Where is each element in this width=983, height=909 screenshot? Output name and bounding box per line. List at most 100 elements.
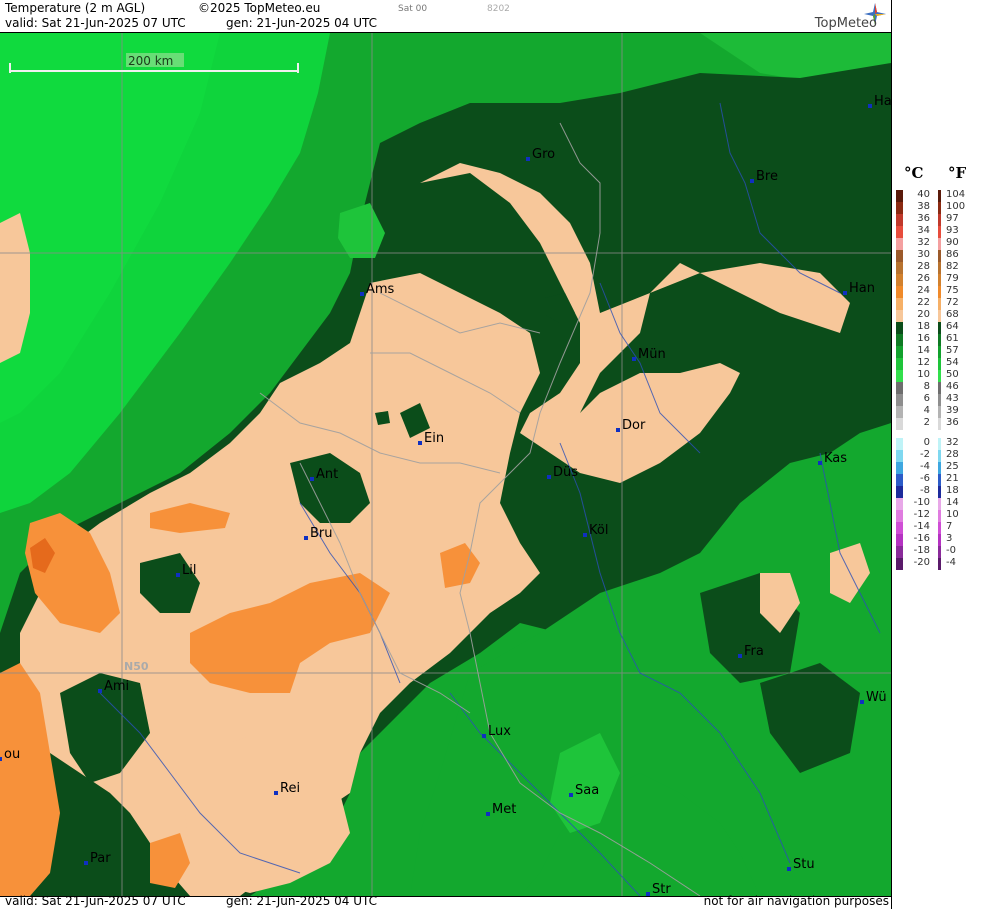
legend-swatch-celsius xyxy=(896,498,903,510)
legend-label-celsius: 4 xyxy=(923,405,930,416)
city-label: Ams xyxy=(366,282,395,297)
legend-label-fahrenheit: 57 xyxy=(946,345,959,356)
legend-swatch-celsius xyxy=(896,382,903,394)
legend-label-fahrenheit: 7 xyxy=(946,521,953,532)
city-marker xyxy=(632,357,636,361)
city-label: Wü xyxy=(866,690,887,705)
legend-swatch-fahrenheit xyxy=(938,286,941,298)
legend-label-fahrenheit: 25 xyxy=(946,461,959,472)
legend-label-fahrenheit: 100 xyxy=(946,201,966,212)
fahrenheit-unit: °F xyxy=(948,164,967,182)
legend-swatch-celsius xyxy=(896,286,903,298)
legend-label-celsius: 26 xyxy=(917,273,930,284)
legend-label-celsius: 10 xyxy=(917,369,930,380)
city-label: Lil xyxy=(182,563,196,578)
legend-swatch-fahrenheit xyxy=(938,226,941,238)
legend-swatch-celsius xyxy=(896,202,903,214)
legend-swatch-celsius xyxy=(896,394,903,406)
map-header: Temperature (2 m AGL) ©2025 TopMeteo.eu … xyxy=(0,0,891,32)
legend-swatch-celsius xyxy=(896,214,903,226)
legend-label-fahrenheit: 28 xyxy=(946,449,959,460)
city-label: Bre xyxy=(756,169,778,184)
legend-label-fahrenheit: 93 xyxy=(946,225,959,236)
legend-label-fahrenheit: 32 xyxy=(946,437,959,448)
legend-swatch-celsius xyxy=(896,546,903,558)
legend-label-celsius: -16 xyxy=(913,533,930,544)
city-marker xyxy=(868,104,872,108)
legend-swatch-fahrenheit xyxy=(938,462,941,474)
legend-label-fahrenheit: 61 xyxy=(946,333,959,344)
city-marker xyxy=(750,179,754,183)
legend-swatch-celsius xyxy=(896,346,903,358)
copyright: ©2025 TopMeteo.eu xyxy=(198,1,321,15)
legend-label-celsius: 0 xyxy=(923,437,930,448)
legend-label-celsius: -12 xyxy=(913,509,930,520)
legend-label-fahrenheit: 86 xyxy=(946,249,959,260)
legend-swatch-celsius xyxy=(896,238,903,250)
legend-label-celsius: -10 xyxy=(913,497,930,508)
legend-swatch-celsius xyxy=(896,474,903,486)
city-label: Dor xyxy=(622,418,646,433)
footer-generated-time: gen: 21-Jun-2025 04 UTC xyxy=(226,894,378,908)
legend-label-celsius: 30 xyxy=(917,249,930,260)
legend-swatch-celsius xyxy=(896,250,903,262)
legend-swatch-celsius xyxy=(896,322,903,334)
city-marker xyxy=(486,812,490,816)
legend-label-celsius: 34 xyxy=(917,225,930,236)
legend-swatch-fahrenheit xyxy=(938,418,941,430)
city-label: Rei xyxy=(280,781,300,796)
city-label: ou xyxy=(4,747,20,762)
generated-time: gen: 21-Jun-2025 04 UTC xyxy=(226,16,378,30)
legend-label-fahrenheit: 79 xyxy=(946,273,959,284)
legend-label-fahrenheit: 36 xyxy=(946,417,959,428)
city-marker xyxy=(843,291,847,295)
legend-label-fahrenheit: 43 xyxy=(946,393,959,404)
legend-swatch-fahrenheit xyxy=(938,322,941,334)
city-marker xyxy=(418,441,422,445)
legend-swatch-celsius xyxy=(896,462,903,474)
legend-swatch-fahrenheit xyxy=(938,238,941,250)
map-footer: valid: Sat 21-Jun-2025 07 UTC gen: 21-Ju… xyxy=(0,894,891,909)
scale-label: 200 km xyxy=(128,54,173,68)
legend-label-fahrenheit: -0 xyxy=(946,545,956,556)
legend-label-celsius: 14 xyxy=(917,345,930,356)
city-marker xyxy=(738,654,742,658)
legend-swatch-fahrenheit xyxy=(938,274,941,286)
legend-label-fahrenheit: 82 xyxy=(946,261,959,272)
legend-swatch-celsius xyxy=(896,450,903,462)
legend-label-celsius: 12 xyxy=(917,357,930,368)
legend-swatch-fahrenheit xyxy=(938,382,941,394)
city-label: Str xyxy=(652,882,671,896)
legend-swatch-fahrenheit xyxy=(938,498,941,510)
city-label: Saa xyxy=(575,783,599,798)
valid-time: valid: Sat 21-Jun-2025 07 UTC xyxy=(5,16,186,30)
legend-label-celsius: 36 xyxy=(917,213,930,224)
legend-label-celsius: 28 xyxy=(917,261,930,272)
legend-label-celsius: -8 xyxy=(920,485,930,496)
legend-label-celsius: 40 xyxy=(917,189,930,200)
legend-label-celsius: -4 xyxy=(920,461,930,472)
city-marker xyxy=(616,428,620,432)
legend-label-fahrenheit: 104 xyxy=(946,189,966,200)
product-code: 8202 xyxy=(487,4,510,14)
footer-valid-time: valid: Sat 21-Jun-2025 07 UTC xyxy=(5,894,186,908)
city-label: Met xyxy=(492,802,516,817)
city-label: Lux xyxy=(488,724,511,739)
legend-swatch-celsius xyxy=(896,262,903,274)
legend-swatch-celsius xyxy=(896,370,903,382)
legend-swatch-celsius xyxy=(896,558,903,570)
city-marker xyxy=(360,292,364,296)
legend-swatch-celsius xyxy=(896,418,903,430)
topmeteo-logo: TopMeteo xyxy=(791,2,891,32)
legend-label-fahrenheit: 21 xyxy=(946,473,959,484)
city-label: Par xyxy=(90,851,111,866)
city-label: Fra xyxy=(744,644,764,659)
product-title: Temperature (2 m AGL) xyxy=(5,1,146,15)
legend-label-fahrenheit: 97 xyxy=(946,213,959,224)
legend-swatch-fahrenheit xyxy=(938,546,941,558)
temperature-map[interactable]: 200 km N50 Ha Gro Bre Ams Han Mün Ein Dor Düs Kas… xyxy=(0,32,891,897)
legend-label-fahrenheit: 3 xyxy=(946,533,953,544)
city-label: Stu xyxy=(793,857,815,872)
city-marker xyxy=(818,461,822,465)
legend-label-celsius: 16 xyxy=(917,333,930,344)
